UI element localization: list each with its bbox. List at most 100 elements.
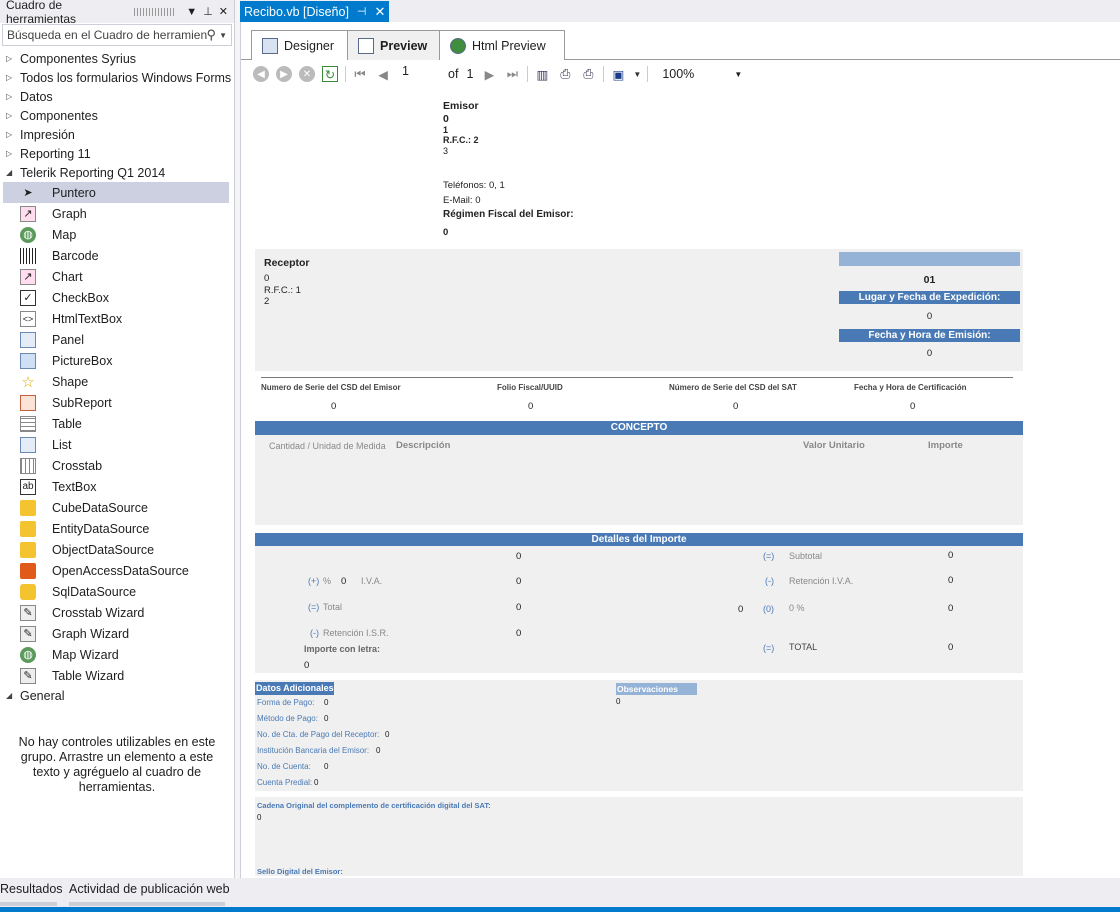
tab-actividad-publicacion[interactable]: Actividad de publicación web — [69, 882, 230, 896]
lugar-expedicion-value: 0 — [926, 311, 933, 322]
pin-icon[interactable]: ⊣ — [357, 5, 367, 18]
print-preview-icon[interactable]: ⎙ — [557, 66, 573, 82]
document-tab[interactable]: Recibo.vb [Diseño] ⊣ ✕ — [240, 1, 390, 22]
category-datos[interactable]: ▷ Datos — [0, 87, 234, 106]
tab-preview[interactable]: Preview — [347, 30, 441, 60]
toolbox-search[interactable]: Búsqueda en el Cuadro de herramientas ⚲ … — [2, 24, 232, 46]
col-cantidad: Cantidad / Unidad de Medida — [269, 441, 386, 451]
textbox-icon: ab — [20, 478, 36, 495]
export-dropdown-icon[interactable]: ▼ — [633, 70, 641, 79]
table-icon — [20, 415, 36, 432]
category-componentes-syrius[interactable]: ▷ Componentes Syrius — [0, 49, 234, 68]
toolbox-item[interactable]: ✓ CheckBox — [0, 287, 234, 308]
chart-icon: ↗ — [20, 268, 36, 285]
toolbox-item[interactable]: Barcode — [0, 245, 234, 266]
category-windows-forms[interactable]: ▷ Todos los formularios Windows Forms — [0, 68, 234, 87]
expand-arrow-icon: ▷ — [6, 73, 13, 82]
folio-header-bar — [839, 252, 1020, 266]
toolbox-item[interactable]: PictureBox — [0, 350, 234, 371]
back-icon[interactable]: ◀ — [253, 66, 269, 82]
category-general[interactable]: ◢ General — [0, 686, 234, 705]
pct-value: 0 — [948, 603, 954, 614]
search-icon[interactable]: ⚲ — [207, 27, 217, 43]
adicional-value: 0 — [314, 778, 319, 787]
iva-prefix: (+) — [308, 576, 320, 586]
category-componentes[interactable]: ▷ Componentes — [0, 106, 234, 125]
export-icon[interactable]: ▣ — [610, 66, 626, 82]
print-icon[interactable]: ⎙ — [580, 66, 596, 82]
last-page-icon[interactable]: ⏭ — [504, 66, 520, 82]
cert-value: 0 — [331, 401, 337, 412]
search-input[interactable]: Búsqueda en el Cuadro de herramientas — [7, 28, 207, 42]
toolbox-item[interactable]: ✎ Crosstab Wizard — [0, 602, 234, 623]
receptor-rfc: R.F.C.: 1 — [264, 285, 301, 296]
toolbox-item[interactable]: ✎ Table Wizard — [0, 665, 234, 686]
search-options-icon[interactable]: ▼ — [219, 31, 227, 40]
toolbox-item[interactable]: Panel — [0, 329, 234, 350]
tab-html-preview[interactable]: Html Preview — [439, 30, 565, 60]
close-icon[interactable]: ✕ — [219, 5, 228, 18]
drag-grip[interactable] — [134, 7, 175, 16]
designer-icon — [262, 37, 278, 54]
toolbox-item[interactable]: SqlDataSource — [0, 581, 234, 602]
emisor-title: Emisor — [443, 100, 479, 112]
ret-iva-prefix: (-) — [765, 576, 774, 586]
toolbox-item[interactable]: EntityDataSource — [0, 518, 234, 539]
forward-icon[interactable]: ▶ — [276, 66, 292, 82]
category-telerik-reporting[interactable]: ◢ Telerik Reporting Q1 2014 — [0, 163, 234, 182]
toolbox-item[interactable]: CubeDataSource — [0, 497, 234, 518]
emisor-email: E-Mail: 0 — [443, 195, 481, 206]
table-wizard-icon: ✎ — [20, 667, 36, 684]
subtotal-value: 0 — [948, 550, 954, 561]
total-value: 0 — [516, 602, 522, 613]
document-tab-title: Recibo.vb [Diseño] — [244, 4, 349, 19]
toolbox-item[interactable]: ↗ Graph — [0, 203, 234, 224]
col-importe: Importe — [928, 440, 963, 451]
receptor-name: 0 — [264, 273, 270, 284]
toolbox-item[interactable]: ab TextBox — [0, 476, 234, 497]
pct-label: 0 % — [789, 603, 805, 613]
previous-page-icon[interactable]: ◀ — [375, 66, 391, 82]
zoom-select[interactable]: 100% ▼ — [662, 64, 742, 84]
close-tab-icon[interactable]: ✕ — [375, 4, 386, 20]
toolbox-item[interactable]: List — [0, 434, 234, 455]
stop-icon[interactable]: ✕ — [299, 66, 315, 82]
col-valor-unitario: Valor Unitario — [803, 440, 865, 451]
iva-pct-sign: % — [323, 576, 332, 586]
adicional-value: 0 — [324, 698, 329, 707]
toolbox-item[interactable]: Crosstab — [0, 455, 234, 476]
next-page-icon[interactable]: ▶ — [481, 66, 497, 82]
preview-icon — [358, 37, 374, 54]
toolbox-item[interactable]: SubReport — [0, 392, 234, 413]
shape-icon: ☆ — [21, 373, 35, 391]
concepto-title: CONCEPTO — [255, 421, 1023, 435]
toolbox-item[interactable]: ➤ Puntero — [3, 182, 229, 203]
first-page-icon[interactable]: ⏮ — [352, 66, 368, 82]
toolbox-item[interactable]: ObjectDataSource — [0, 539, 234, 560]
importe-letra-value: 0 — [304, 660, 310, 671]
pin-icon[interactable]: ⊥ — [203, 5, 213, 18]
toolbox-item[interactable]: ◍ Map Wizard — [0, 644, 234, 665]
category-reporting-11[interactable]: ▷ Reporting 11 — [0, 144, 234, 163]
toolbox-item[interactable]: OpenAccessDataSource — [0, 560, 234, 581]
tab-designer[interactable]: Designer — [251, 30, 349, 60]
iva-label: I.V.A. — [361, 576, 383, 586]
toolbox-titlebar: Cuadro de herramientas ▼ ⊥ ✕ — [0, 0, 234, 26]
refresh-icon[interactable]: ↻ — [322, 66, 338, 82]
tab-resultados[interactable]: Resultados — [0, 882, 63, 896]
toolbox-item[interactable]: Table — [0, 413, 234, 434]
toolbox-item[interactable]: ✎ Graph Wizard — [0, 623, 234, 644]
iva-value: 0 — [516, 576, 522, 587]
document-map-icon[interactable]: ▥ — [534, 66, 550, 82]
toolbox-item[interactable]: ↗ Chart — [0, 266, 234, 287]
toolbox-item[interactable]: <> HtmlTextBox — [0, 308, 234, 329]
cert-value: 0 — [733, 401, 739, 412]
page-number-input[interactable]: 1 — [398, 64, 438, 84]
cert-header-fecha: Fecha y Hora de Certificación — [854, 383, 967, 392]
subreport-icon — [20, 394, 36, 411]
dropdown-icon[interactable]: ▼ — [186, 6, 197, 18]
category-impresion[interactable]: ▷ Impresión — [0, 125, 234, 144]
cadena-label: Cadena Original del complemento de certi… — [257, 801, 491, 810]
toolbox-item[interactable]: ☆ Shape — [0, 371, 234, 392]
toolbox-item[interactable]: ◍ Map — [0, 224, 234, 245]
